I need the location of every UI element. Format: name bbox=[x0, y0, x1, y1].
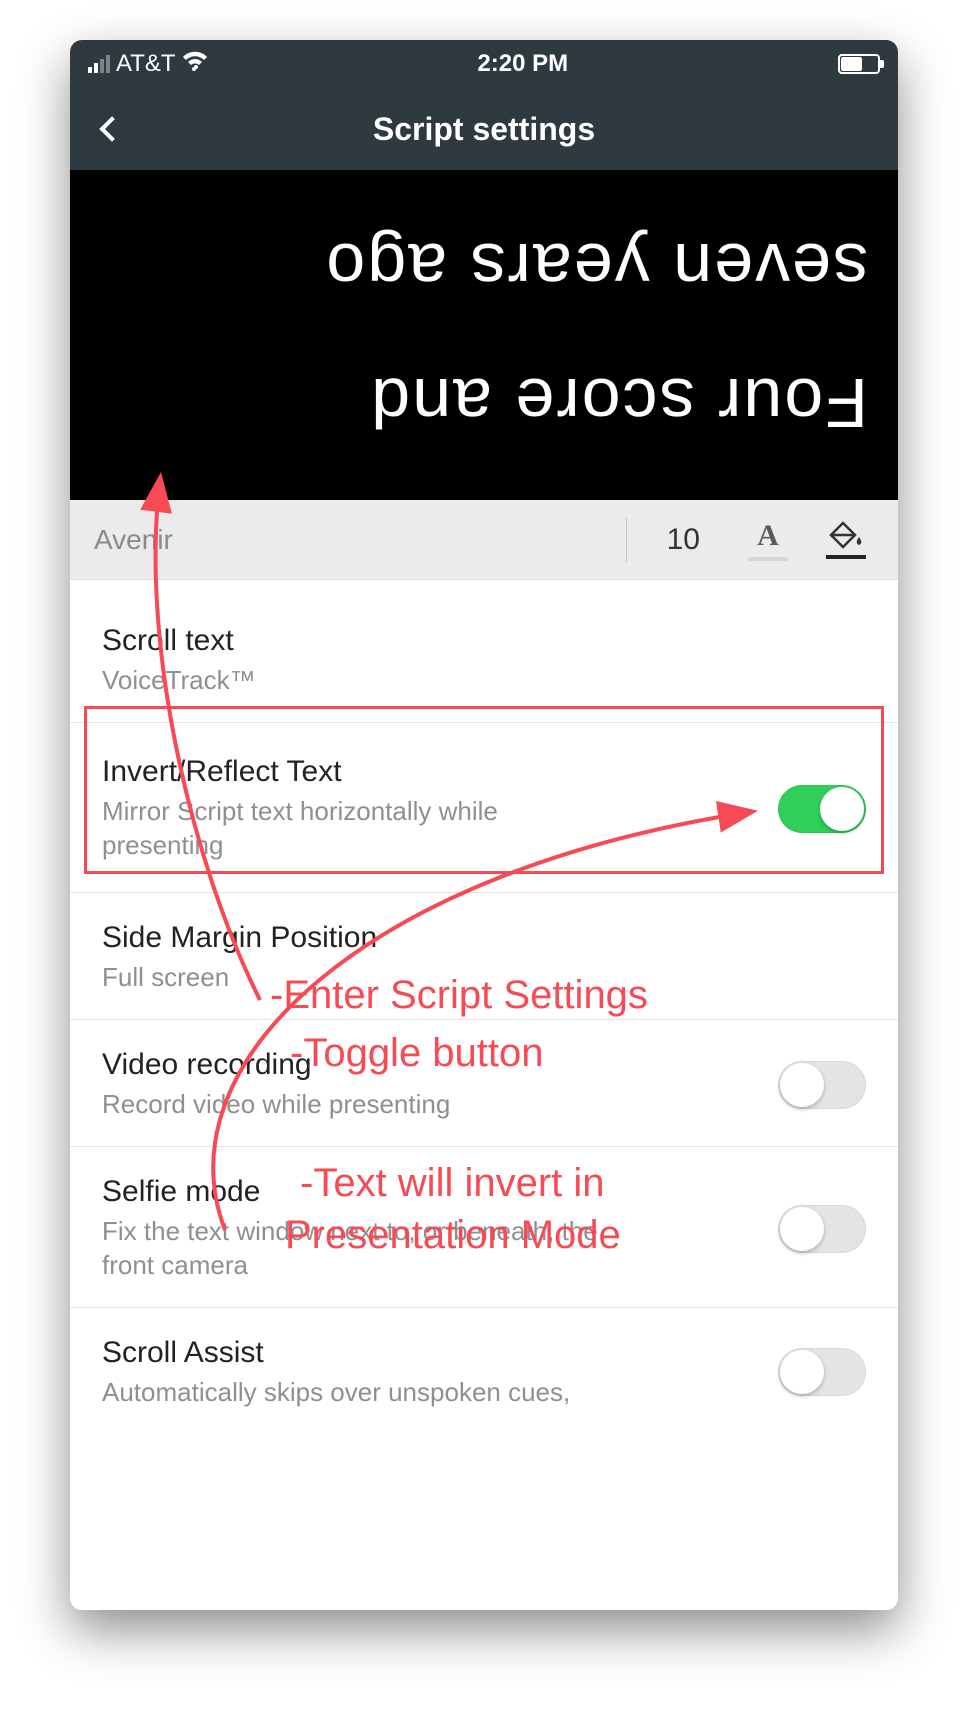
setting-scroll-text-title: Scroll text bbox=[102, 624, 866, 658]
device-frame: AT&T 2:20 PM Script settings Four score … bbox=[70, 40, 898, 1610]
preview-line-2: seven years ago bbox=[100, 220, 868, 315]
bg-color-underline bbox=[826, 555, 866, 559]
battery-icon bbox=[838, 54, 880, 74]
wifi-icon bbox=[182, 50, 208, 78]
setting-selfie-mode[interactable]: Selfie mode Fix the text window next to,… bbox=[70, 1147, 898, 1308]
setting-scroll-assist[interactable]: Scroll Assist Automatically skips over u… bbox=[70, 1308, 898, 1434]
settings-list: Scroll text VoiceTrack™ Invert/Reflect T… bbox=[70, 580, 898, 1433]
setting-video-recording[interactable]: Video recording Record video while prese… bbox=[70, 1020, 898, 1147]
page-title: Script settings bbox=[90, 111, 878, 148]
toggle-video-recording[interactable] bbox=[778, 1061, 866, 1109]
text-color-underline bbox=[748, 557, 788, 561]
paint-bucket-icon bbox=[829, 521, 863, 551]
font-size-selector[interactable]: 10 bbox=[649, 523, 718, 557]
toggle-scroll-assist[interactable] bbox=[778, 1348, 866, 1396]
setting-invert-sub: Mirror Script text horizontally while pr… bbox=[102, 795, 622, 863]
setting-assist-title: Scroll Assist bbox=[102, 1336, 758, 1370]
setting-selfie-sub: Fix the text window next to, or beneath,… bbox=[102, 1215, 622, 1283]
nav-header: Script settings bbox=[70, 88, 898, 170]
preview-line-1: Four score and bbox=[100, 355, 868, 450]
text-color-icon: A bbox=[757, 519, 779, 553]
script-preview: Four score and seven years ago bbox=[70, 170, 898, 500]
setting-assist-sub: Automatically skips over unspoken cues, bbox=[102, 1376, 622, 1410]
bottom-fade bbox=[70, 1550, 898, 1610]
carrier-label: AT&T bbox=[116, 50, 176, 78]
setting-invert-title: Invert/Reflect Text bbox=[102, 755, 758, 789]
setting-margin-sub: Full screen bbox=[102, 961, 622, 995]
status-right bbox=[838, 54, 880, 74]
text-color-button[interactable]: A bbox=[740, 512, 796, 568]
setting-side-margin[interactable]: Side Margin Position Full screen bbox=[70, 893, 898, 1020]
divider bbox=[626, 518, 627, 562]
setting-scroll-text[interactable]: Scroll text VoiceTrack™ bbox=[70, 580, 898, 723]
status-left: AT&T bbox=[88, 50, 208, 78]
setting-video-title: Video recording bbox=[102, 1048, 758, 1082]
setting-scroll-text-sub: VoiceTrack™ bbox=[102, 664, 622, 698]
status-time: 2:20 PM bbox=[208, 50, 838, 78]
signal-bars-icon bbox=[88, 55, 110, 73]
setting-selfie-title: Selfie mode bbox=[102, 1175, 758, 1209]
background-color-button[interactable] bbox=[818, 512, 874, 568]
font-toolbar: Avenir 10 A bbox=[70, 500, 898, 580]
toggle-invert-reflect[interactable] bbox=[778, 785, 866, 833]
setting-video-sub: Record video while presenting bbox=[102, 1088, 622, 1122]
status-bar: AT&T 2:20 PM bbox=[70, 40, 898, 88]
font-name-selector[interactable]: Avenir bbox=[94, 524, 604, 556]
setting-invert-reflect[interactable]: Invert/Reflect Text Mirror Script text h… bbox=[70, 723, 898, 894]
toggle-selfie-mode[interactable] bbox=[778, 1205, 866, 1253]
setting-margin-title: Side Margin Position bbox=[102, 921, 866, 955]
